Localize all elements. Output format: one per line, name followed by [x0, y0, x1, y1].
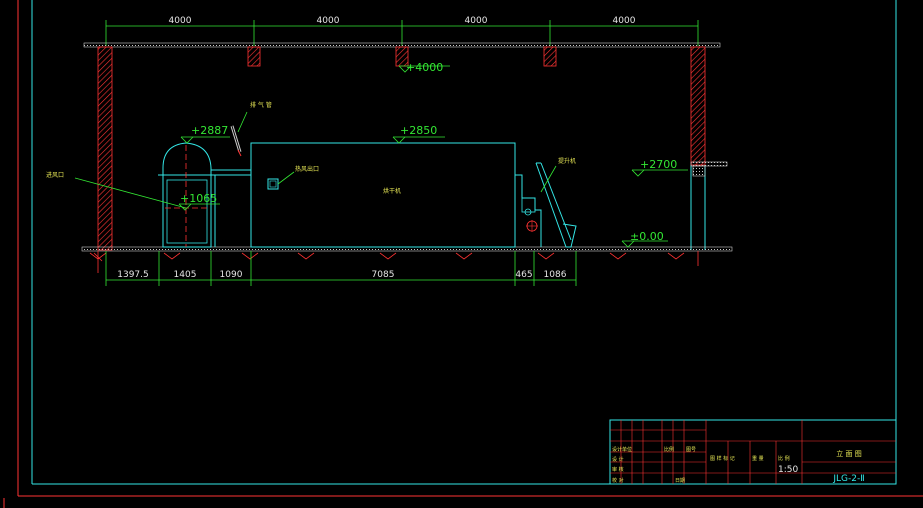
dryer-body-label: 烘干机	[383, 187, 401, 195]
level-door-center-label: +1065	[180, 192, 217, 205]
roof-slab	[83, 42, 721, 48]
title-block-row-4: 日期	[675, 478, 685, 484]
elevation-drawing: 4000 4000 4000 4000 +4000 +2887 排 气 管 烘干…	[3, 0, 923, 508]
level-floor-label: ±0.00	[630, 230, 664, 243]
bottom-dimension-6: 1086	[544, 270, 567, 280]
ceiling-light-fixtures	[247, 46, 557, 67]
top-dimension-1: 4000	[169, 16, 192, 26]
conveyor-label: 提升机	[558, 157, 576, 165]
floor-slab	[81, 246, 733, 252]
bottom-dimension-2: 1405	[174, 270, 197, 280]
hot-air-outlet-label: 热风出口	[295, 165, 319, 173]
title-block-header-2: 比例	[664, 446, 674, 453]
level-window-label: +2887	[191, 124, 228, 137]
drawing-scale: 1:50	[778, 465, 798, 475]
left-inlet-label: 进风口	[46, 171, 64, 179]
level-dryer-top: +2850	[392, 124, 445, 144]
drawing-border	[31, 0, 897, 485]
level-floor: ±0.00	[621, 230, 668, 248]
title-block-header-1: 设计单位	[612, 446, 632, 453]
exhaust-pipe: 排 气 管	[230, 101, 272, 157]
title-block: 设计单位 比例 图号 设 计 审 核 校 对 日期 图 样 标 记 重 量 比 …	[609, 419, 897, 485]
dryer-body: 烘干机	[250, 142, 516, 248]
level-platform-label: +2700	[640, 158, 677, 171]
ceiling-light-3	[543, 46, 557, 67]
drawing-number: JLG-2-Ⅱ	[832, 474, 864, 484]
sheet-frame	[3, 0, 923, 508]
connecting-duct	[211, 169, 251, 247]
top-dimension-4: 4000	[613, 16, 636, 26]
right-wall	[690, 46, 706, 250]
ceiling-light-1	[247, 46, 261, 67]
title-block-row-3: 校 对	[612, 477, 624, 484]
drawing-title: 立 面 图	[836, 449, 861, 458]
right-platform	[690, 161, 728, 177]
title-block-header-3: 图号	[686, 447, 696, 453]
inlet-annotation: 进风口	[46, 171, 187, 209]
top-dimension-chain: 4000 4000 4000 4000	[105, 16, 699, 46]
title-block-row-1: 设 计	[612, 456, 624, 463]
level-door-center: +1065	[178, 192, 220, 211]
bottom-dimension-1: 1397.5	[117, 270, 149, 280]
hot-air-outlet: 热风出口	[267, 165, 319, 190]
level-dryer-top-label: +2850	[400, 124, 437, 137]
level-platform: +2700	[631, 158, 688, 177]
title-block-mid-2: 重 量	[752, 455, 764, 462]
level-ceiling: +4000	[398, 61, 450, 74]
top-dimension-2: 4000	[317, 16, 340, 26]
top-dimension-3: 4000	[465, 16, 488, 26]
bottom-dimension-5: 465	[515, 270, 532, 280]
bucket-elevator: 提升机	[515, 157, 577, 248]
bottom-dimension-4: 7085	[372, 270, 395, 280]
vent-label: 排 气 管	[250, 101, 272, 109]
title-block-row-2: 审 核	[612, 466, 624, 473]
bottom-dimension-chain: 1397.5 1405 1090 7085 465 1086	[105, 251, 577, 286]
left-wall	[97, 46, 113, 251]
bottom-dimension-3: 1090	[220, 270, 243, 280]
title-block-mid-1: 图 样 标 记	[710, 455, 735, 462]
level-window: +2887	[180, 124, 230, 144]
title-block-mid-3: 比 例	[778, 455, 790, 462]
level-ceiling-label: +4000	[406, 61, 443, 74]
